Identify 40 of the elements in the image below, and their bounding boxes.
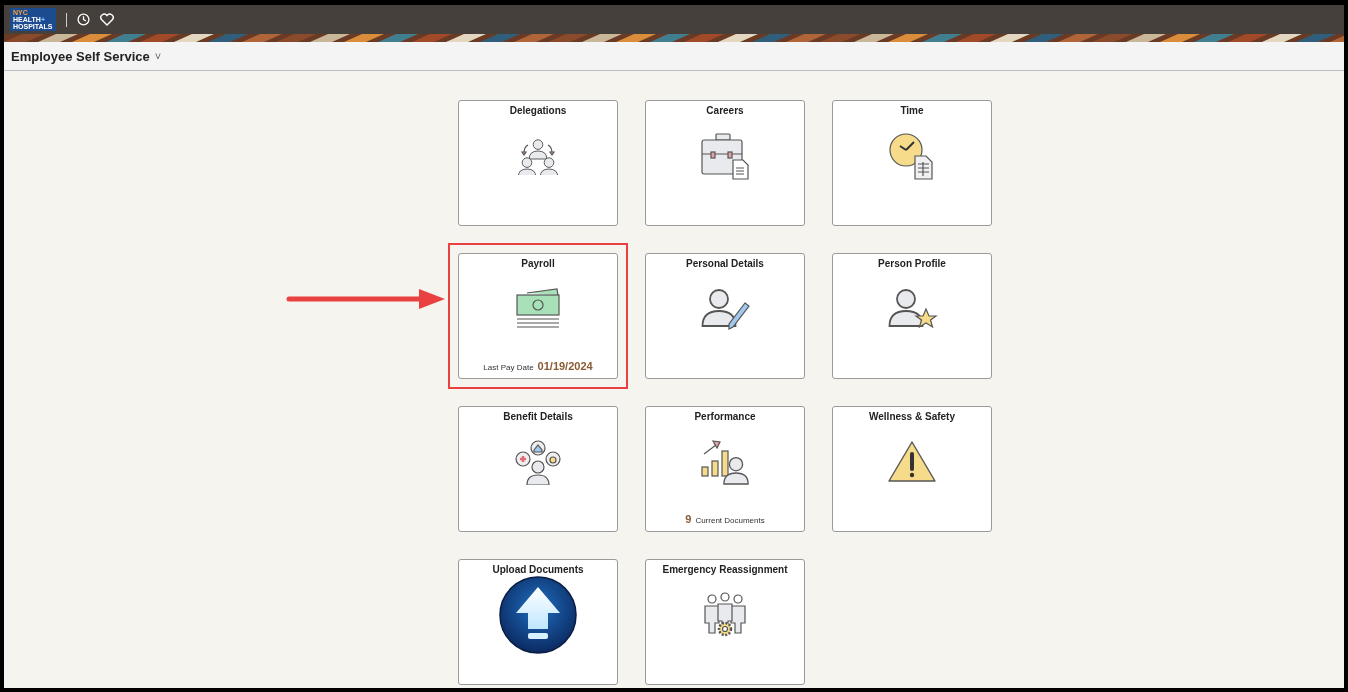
tile-title: Careers <box>706 105 744 116</box>
tile-title: Wellness & Safety <box>869 411 955 422</box>
app-tile[interactable]: Wellness & Safety <box>832 406 992 532</box>
person-pencil-icon <box>699 287 751 331</box>
app-tile[interactable]: Emergency Reassignment <box>645 559 805 685</box>
tile-title: Performance <box>694 411 756 422</box>
tile-title: Payroll <box>521 258 555 269</box>
caret-icon[interactable]: ˅ <box>154 50 162 62</box>
tile-title: Upload Documents <box>492 564 584 575</box>
tile-title: Personal Details <box>686 258 764 269</box>
tile-label: Last Pay Date <box>483 363 534 372</box>
heart-icon[interactable] <box>99 13 114 26</box>
clock-document-icon <box>888 132 936 180</box>
delegation-people-icon <box>518 137 558 175</box>
person-benefits-icon <box>513 439 563 485</box>
app-tile[interactable]: Performance 9 Current Documents <box>645 406 805 532</box>
app-tile[interactable]: Upload Documents <box>458 559 618 685</box>
app-tile[interactable]: Personal Details <box>645 253 805 379</box>
app-tile[interactable]: Careers <box>645 100 805 226</box>
history-icon[interactable] <box>76 13 90 26</box>
tile-title: Time <box>900 105 924 116</box>
app-tile[interactable]: Time <box>832 100 992 226</box>
upload-icon <box>498 575 578 655</box>
app-tile[interactable]: Delegations <box>458 100 618 226</box>
tile-title: Delegations <box>509 105 567 116</box>
money-icon <box>513 287 563 331</box>
app-tile[interactable]: Person Profile <box>832 253 992 379</box>
tile-value: 9 <box>685 513 692 525</box>
chart-person-icon <box>700 439 750 485</box>
warning-icon <box>887 440 937 484</box>
app-tile[interactable]: Payroll Last Pay Date 01/19/2024 <box>458 253 618 379</box>
tile-title: Emergency Reassignment <box>662 564 788 575</box>
briefcase-icon <box>700 132 750 180</box>
tile-title: Benefit Details <box>503 411 573 422</box>
tile-value: 01/19/2024 <box>537 360 593 372</box>
tile-label: Current Documents <box>695 516 765 525</box>
page-title[interactable]: Employee Self Service <box>11 48 150 64</box>
tile-title: Person Profile <box>878 258 946 269</box>
app-tile[interactable]: Benefit Details <box>458 406 618 532</box>
person-star-icon <box>886 287 938 331</box>
